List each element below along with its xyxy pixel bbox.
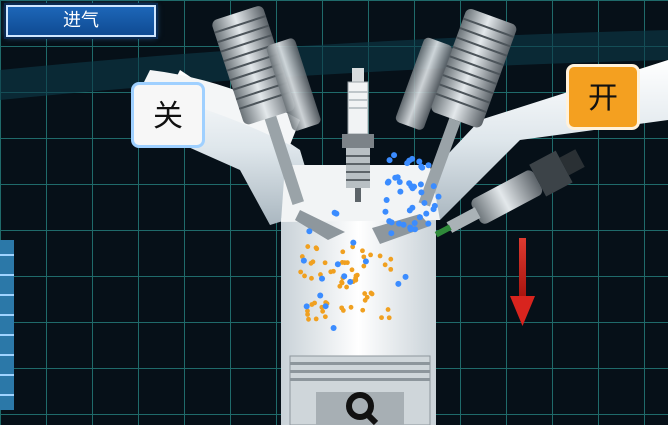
- particle: [406, 157, 413, 164]
- particle: [298, 269, 304, 275]
- particle: [417, 181, 424, 188]
- particle: [386, 157, 393, 164]
- particle: [364, 294, 370, 300]
- particle: [349, 267, 355, 273]
- engine-scene: [0, 0, 668, 425]
- particle: [384, 179, 391, 186]
- particle: [334, 261, 341, 268]
- particle: [330, 324, 337, 331]
- particle: [388, 230, 395, 237]
- particle: [340, 249, 346, 255]
- particle: [360, 248, 365, 254]
- particle: [411, 219, 418, 226]
- particle: [320, 308, 326, 314]
- particle: [383, 197, 390, 204]
- particle: [406, 180, 413, 187]
- particle: [421, 199, 428, 206]
- particle: [430, 206, 437, 213]
- particle: [347, 278, 354, 285]
- particle: [309, 302, 315, 307]
- stage-label: 进气: [6, 5, 156, 37]
- particle: [302, 273, 307, 279]
- particle: [305, 312, 310, 317]
- particle: [362, 258, 369, 265]
- particle: [418, 189, 425, 196]
- particle: [388, 266, 394, 272]
- particle: [423, 210, 430, 217]
- particle: [300, 257, 307, 264]
- particle: [317, 292, 324, 299]
- particle: [313, 316, 319, 322]
- particle: [396, 220, 403, 227]
- particle: [391, 152, 398, 159]
- particle: [350, 239, 357, 246]
- particle: [348, 304, 354, 310]
- particle: [385, 307, 391, 312]
- particle: [339, 279, 345, 285]
- exhaust-valve-status-tag: 开: [566, 64, 640, 130]
- particle: [388, 219, 395, 226]
- particle: [303, 303, 310, 310]
- particle: [309, 275, 314, 281]
- particle: [368, 290, 374, 296]
- particle: [360, 307, 366, 313]
- particle: [395, 280, 402, 287]
- particle: [425, 220, 432, 227]
- particle: [319, 275, 326, 282]
- particle: [419, 164, 426, 171]
- particle: [397, 188, 404, 195]
- particle: [430, 183, 437, 190]
- particle: [353, 277, 359, 283]
- particle: [386, 315, 392, 321]
- particle: [306, 316, 311, 322]
- particle: [322, 314, 328, 320]
- particle: [407, 226, 414, 233]
- particle: [409, 204, 416, 211]
- particle: [344, 284, 349, 290]
- particle: [388, 256, 394, 262]
- particle: [341, 273, 348, 280]
- particle: [322, 303, 329, 310]
- particle: [396, 178, 403, 185]
- particle: [361, 263, 367, 269]
- particle: [313, 245, 319, 251]
- particle: [337, 283, 343, 289]
- particle: [382, 262, 388, 268]
- particle: [368, 252, 373, 258]
- particle: [377, 253, 383, 259]
- piston-icon: [289, 355, 431, 425]
- intake-valve-status-tag: 关: [131, 82, 205, 148]
- particle: [435, 193, 442, 200]
- particle: [305, 244, 311, 249]
- particle: [328, 269, 334, 275]
- particle: [306, 228, 313, 235]
- particle: [310, 259, 316, 265]
- particle: [340, 308, 346, 313]
- side-panel: [0, 240, 14, 410]
- particle: [379, 315, 384, 321]
- particle: [402, 273, 409, 280]
- particle: [333, 210, 340, 217]
- particle: [425, 162, 432, 169]
- particle: [342, 260, 348, 266]
- particle: [392, 174, 399, 181]
- particle: [416, 214, 423, 221]
- particle: [322, 260, 328, 266]
- particle: [409, 185, 416, 192]
- particle: [382, 208, 389, 215]
